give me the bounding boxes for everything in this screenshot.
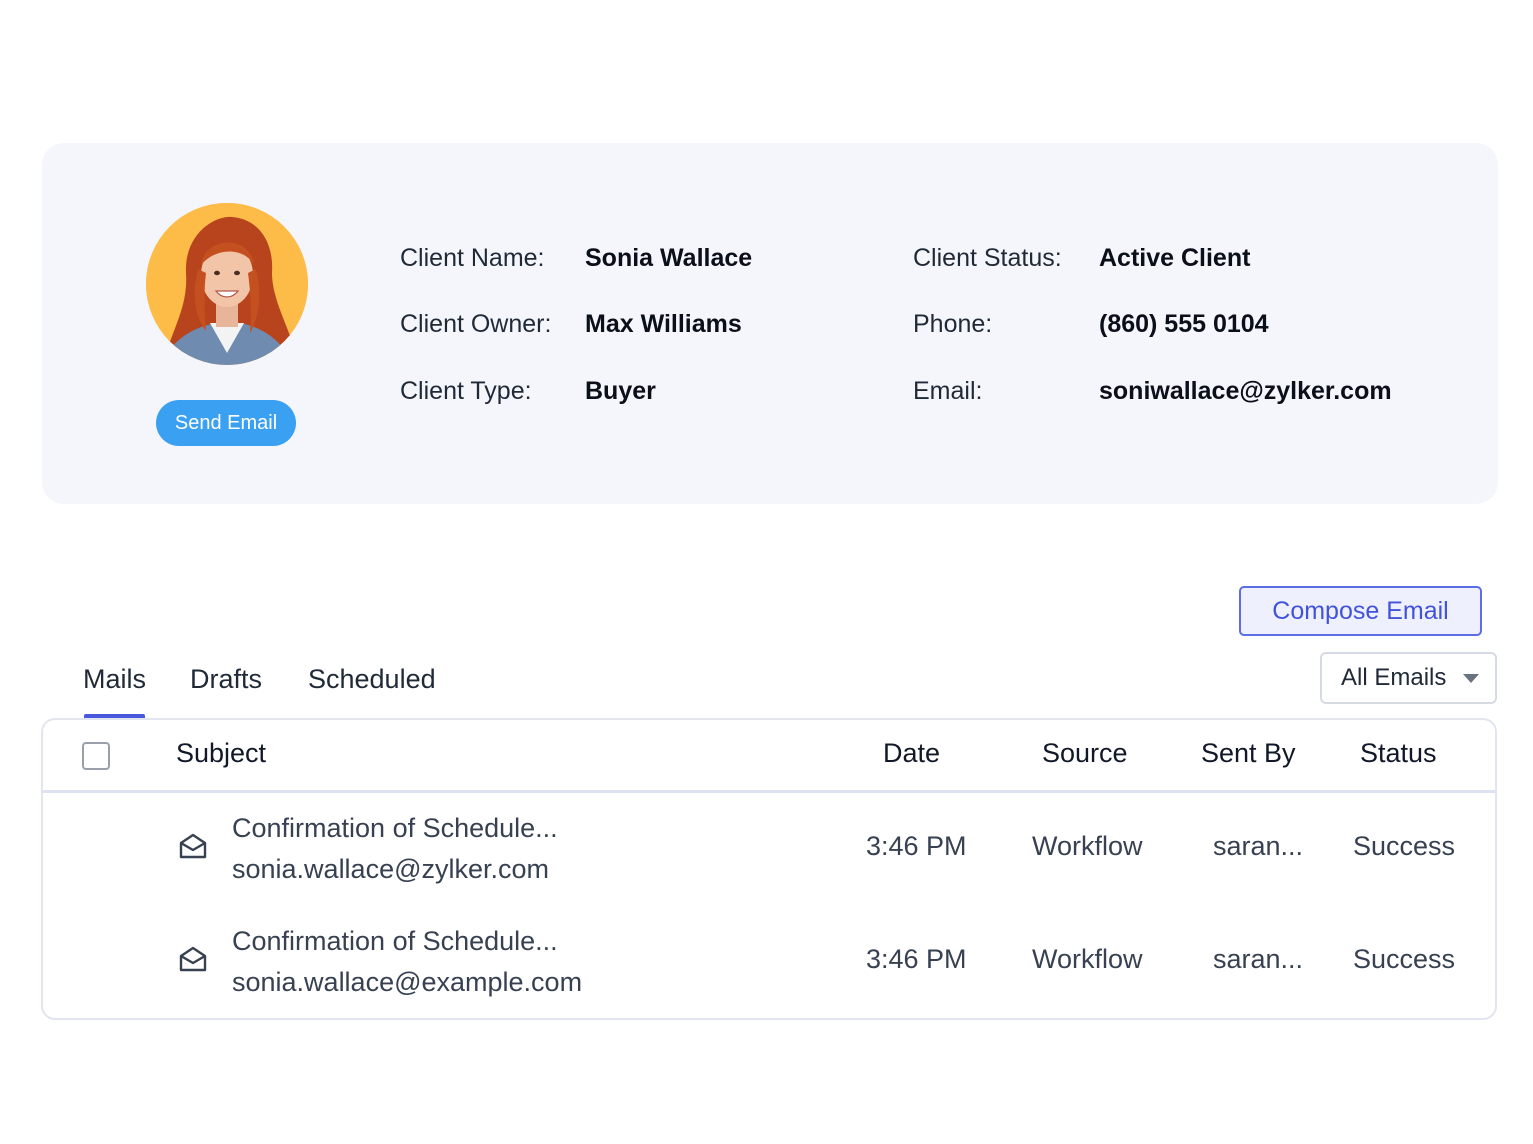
mail-date: 3:46 PM — [866, 831, 967, 861]
client-type-value: Buyer — [585, 377, 656, 405]
client-type-label: Client Type: — [400, 377, 532, 405]
client-details-card: Send Email Client Name: Sonia Wallace Cl… — [42, 143, 1498, 504]
mail-subject[interactable]: Confirmation of Schedule... — [232, 926, 558, 957]
tab-drafts[interactable]: Drafts — [190, 664, 262, 695]
mail-status: Success — [1353, 944, 1456, 974]
column-header-status[interactable]: Status — [1360, 738, 1437, 769]
mail-open-icon — [179, 833, 207, 859]
table-row[interactable]: Confirmation of Schedule... sonia.wallac… — [43, 906, 1495, 1019]
tab-mails[interactable]: Mails — [83, 664, 146, 695]
mail-subject[interactable]: Confirmation of Schedule... — [232, 813, 558, 844]
email-label: Email: — [913, 377, 983, 405]
mail-recipient: sonia.wallace@example.com — [232, 967, 583, 997]
mail-status: Success — [1353, 831, 1456, 861]
mail-source: Workflow — [1032, 831, 1143, 861]
column-header-source[interactable]: Source — [1042, 738, 1128, 769]
column-header-date[interactable]: Date — [883, 738, 940, 769]
email-filter-selected: All Emails — [1341, 664, 1447, 691]
mail-source: Workflow — [1032, 944, 1143, 974]
client-avatar — [146, 203, 308, 365]
phone-value: (860) 555 0104 — [1099, 310, 1269, 338]
email-value: soniwallace@zylker.com — [1099, 377, 1392, 405]
column-header-sent-by[interactable]: Sent By — [1201, 738, 1296, 769]
client-name-label: Client Name: — [400, 244, 545, 272]
mail-sent-by: saran... — [1213, 944, 1304, 974]
send-email-button[interactable]: Send Email — [156, 400, 296, 446]
email-filter-dropdown[interactable]: All Emails — [1320, 652, 1497, 704]
mail-date: 3:46 PM — [866, 944, 967, 974]
mail-table: Subject Date Source Sent By Status Confi… — [41, 718, 1497, 1020]
mail-open-icon — [179, 946, 207, 972]
mail-recipient: sonia.wallace@zylker.com — [232, 854, 550, 884]
client-status-value: Active Client — [1099, 244, 1251, 272]
column-header-subject[interactable]: Subject — [176, 738, 266, 769]
client-name-value: Sonia Wallace — [585, 244, 753, 272]
client-owner-label: Client Owner: — [400, 310, 552, 338]
compose-email-button[interactable]: Compose Email — [1239, 586, 1482, 636]
chevron-down-icon — [1463, 674, 1479, 683]
table-header: Subject Date Source Sent By Status — [43, 720, 1495, 793]
tab-scheduled[interactable]: Scheduled — [308, 664, 436, 695]
client-status-label: Client Status: — [913, 244, 1062, 272]
mail-sent-by: saran... — [1213, 831, 1304, 861]
avatar-photo — [146, 203, 308, 365]
table-row[interactable]: Confirmation of Schedule... sonia.wallac… — [43, 793, 1495, 906]
client-owner-value: Max Williams — [585, 310, 742, 338]
phone-label: Phone: — [913, 310, 993, 338]
select-all-checkbox[interactable] — [82, 742, 110, 770]
